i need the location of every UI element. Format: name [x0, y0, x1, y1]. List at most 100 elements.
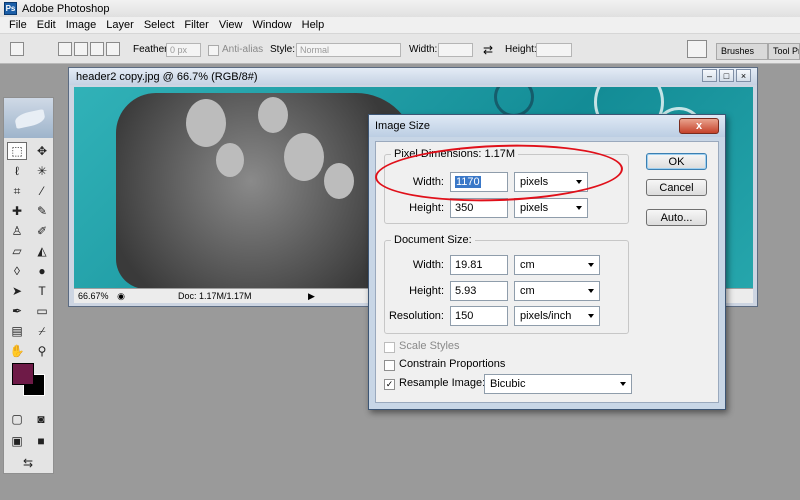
width-label: Width: [412, 176, 444, 188]
tab-brushes[interactable]: Brushes [716, 43, 768, 60]
app-title: Adobe Photoshop [22, 2, 110, 15]
minimize-icon[interactable]: – [702, 69, 717, 82]
doc-width-input[interactable]: 19.81 [450, 255, 508, 275]
eraser-tool-icon[interactable]: ▱ [7, 242, 27, 260]
resolution-label: Resolution: [388, 310, 444, 322]
intersect-selection-icon[interactable] [106, 42, 120, 56]
document-title: header2 copy.jpg @ 66.7% (RGB/8#) [76, 70, 258, 83]
person-face [258, 97, 288, 133]
auto-button[interactable]: Auto... [646, 209, 707, 226]
shape-tool-icon[interactable]: ▭ [32, 302, 52, 320]
palette-well-icon[interactable] [687, 40, 707, 58]
add-selection-icon[interactable] [74, 42, 88, 56]
width-input[interactable] [438, 43, 473, 57]
resolution-unit-select[interactable]: pixels/inch [514, 306, 600, 326]
style-select[interactable]: Normal [296, 43, 401, 57]
blur-tool-icon[interactable]: ◊ [7, 262, 27, 280]
constrain-proportions-checkbox[interactable] [384, 360, 395, 371]
screen-mode-icon[interactable]: ▣ [7, 432, 27, 450]
menu-view[interactable]: View [214, 19, 248, 31]
crop-tool-icon[interactable]: ⌗ [7, 182, 27, 200]
menu-select[interactable]: Select [139, 19, 180, 31]
feather-logo-icon [13, 109, 47, 129]
width-label: Width: [409, 44, 438, 55]
menubar: File Edit Image Layer Select Filter View… [0, 17, 800, 34]
pixel-height-unit-select[interactable]: pixels [514, 198, 588, 218]
quick-mask-mode-icon[interactable]: ◙ [31, 410, 51, 428]
scale-styles-label: Scale Styles [399, 340, 460, 352]
dialog-close-button[interactable]: x [679, 118, 719, 134]
dodge-tool-icon[interactable]: ● [32, 262, 52, 280]
pixel-width-input[interactable]: 1170 [450, 172, 508, 192]
marquee-preset-icon[interactable] [10, 42, 24, 56]
feather-label: Feather: [133, 44, 171, 55]
pixel-dimensions-value: 1.17M [484, 148, 516, 160]
path-selection-tool-icon[interactable]: ➤ [7, 282, 27, 300]
full-screen-mode-icon[interactable]: ■ [31, 432, 51, 450]
menu-image[interactable]: Image [61, 19, 102, 31]
status-arrow-icon[interactable]: ▶ [308, 291, 320, 302]
brush-tool-icon[interactable]: ✎ [32, 202, 52, 220]
pixel-width-unit-select[interactable]: pixels [514, 172, 588, 192]
scale-styles-checkbox[interactable] [384, 342, 395, 353]
image-size-dialog: Image Size x Pixel Dimensions: 1.17M Wid… [368, 114, 726, 410]
marquee-tool-icon[interactable]: ⬚ [7, 142, 27, 160]
document-titlebar[interactable]: header2 copy.jpg @ 66.7% (RGB/8#) – □ × [69, 68, 757, 85]
resample-image-checkbox[interactable]: ✓ [384, 379, 395, 390]
resample-method-select[interactable]: Bicubic [484, 374, 632, 394]
lasso-tool-icon[interactable]: ℓ [7, 162, 27, 180]
menu-window[interactable]: Window [248, 19, 297, 31]
eyedropper-tool-icon[interactable]: ⌿ [32, 322, 52, 340]
doc-width-unit-select[interactable]: cm [514, 255, 600, 275]
dialog-titlebar[interactable]: Image Size [369, 115, 725, 137]
pen-tool-icon[interactable]: ✒ [7, 302, 27, 320]
notes-tool-icon[interactable]: ▤ [7, 322, 27, 340]
menu-layer[interactable]: Layer [101, 19, 139, 31]
subtract-selection-icon[interactable] [90, 42, 104, 56]
photoshop-logo-icon: Ps [4, 2, 17, 15]
move-tool-icon[interactable]: ✥ [32, 142, 52, 160]
swap-icon[interactable]: ⇄ [483, 43, 493, 57]
hand-tool-icon[interactable]: ✋ [7, 342, 27, 360]
document-size: Doc: 1.17M/1.17M [178, 291, 252, 301]
zoom-tool-icon[interactable]: ⚲ [32, 342, 52, 360]
cancel-button[interactable]: Cancel [646, 179, 707, 196]
new-selection-icon[interactable] [58, 42, 72, 56]
close-icon[interactable]: × [736, 69, 751, 82]
tab-tool-presets[interactable]: Tool Pr [768, 43, 800, 60]
swirl-ornament [494, 87, 534, 117]
paint-bucket-tool-icon[interactable]: ◭ [32, 242, 52, 260]
height-input[interactable] [536, 43, 572, 57]
person-face [284, 133, 324, 181]
history-brush-tool-icon[interactable]: ✐ [32, 222, 52, 240]
doc-height-input[interactable]: 5.93 [450, 281, 508, 301]
pixel-height-input[interactable]: 350 [450, 198, 508, 218]
feather-input[interactable]: 0 px [166, 43, 201, 57]
options-bar: Feather: 0 px Anti-alias Style: Normal W… [0, 34, 800, 64]
healing-brush-tool-icon[interactable]: ✚ [7, 202, 27, 220]
toolbox: ⬚ ✥ ℓ ✳ ⌗ ⁄ ✚ ✎ ♙ ✐ ▱ ◭ ◊ ● ➤ T ✒ ▭ ▤ ⌿ … [3, 97, 54, 474]
antialias-checkbox[interactable] [208, 45, 219, 56]
magic-wand-tool-icon[interactable]: ✳ [32, 162, 52, 180]
menu-file[interactable]: File [4, 19, 32, 31]
status-menu-icon[interactable]: ◉ [114, 291, 128, 302]
standard-mode-icon[interactable]: ▢ [7, 410, 27, 428]
height-label: Height: [409, 202, 444, 214]
menu-filter[interactable]: Filter [179, 19, 213, 31]
menu-help[interactable]: Help [297, 19, 330, 31]
zoom-level[interactable]: 66.67% [74, 291, 114, 301]
menu-edit[interactable]: Edit [32, 19, 61, 31]
resolution-input[interactable]: 150 [450, 306, 508, 326]
ok-button[interactable]: OK [646, 153, 707, 170]
jump-to-imageready-icon[interactable]: ⇆ [18, 454, 38, 472]
doc-height-unit-select[interactable]: cm [514, 281, 600, 301]
clone-stamp-tool-icon[interactable]: ♙ [7, 222, 27, 240]
toolbox-header [4, 98, 53, 138]
tool-grid: ⬚ ✥ ℓ ✳ ⌗ ⁄ ✚ ✎ ♙ ✐ ▱ ◭ ◊ ● ➤ T ✒ ▭ ▤ ⌿ … [4, 138, 53, 364]
person-face [186, 99, 226, 147]
foreground-color-swatch[interactable] [12, 363, 34, 385]
antialias-label: Anti-alias [222, 44, 264, 55]
type-tool-icon[interactable]: T [32, 282, 52, 300]
maximize-icon[interactable]: □ [719, 69, 734, 82]
slice-tool-icon[interactable]: ⁄ [32, 182, 52, 200]
